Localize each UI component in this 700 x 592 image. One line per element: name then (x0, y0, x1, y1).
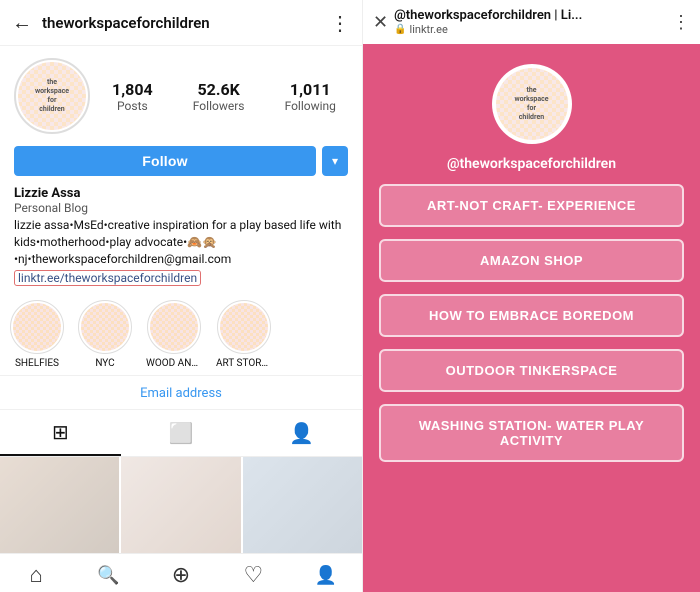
avatar-icon: 👤 (315, 565, 337, 586)
following-label: Following (285, 99, 336, 113)
person-tag-icon: 👤 (289, 421, 314, 445)
back-icon[interactable]: ← (12, 10, 32, 35)
username-title: theworkspaceforchildren (42, 14, 330, 32)
followers-label: Followers (193, 99, 245, 113)
bottom-nav: ⌂ 🔍 ⊕ ♡ 👤 (0, 553, 362, 592)
highlight-circle (147, 300, 201, 354)
washing-station-button[interactable]: WASHING STATION- WATER PLAY ACTIVITY (379, 404, 684, 462)
right-subtitle: 🔒 linktr.ee (394, 23, 666, 36)
following-count: 1,011 (290, 80, 331, 99)
tabs-row: ⊞ ⬜ 👤 (0, 410, 362, 457)
stats-row: 1,804 Posts 52.6K Followers 1,011 Follow… (100, 80, 348, 113)
right-url: linktr.ee (410, 23, 448, 36)
highlight-label: WOOD AND ... (146, 358, 202, 369)
amazon-shop-button[interactable]: AMAZON SHOP (379, 239, 684, 282)
avatar: the workspace for children (14, 58, 90, 134)
left-panel: ← theworkspaceforchildren ⋮ the workspac… (0, 0, 363, 592)
lock-icon: 🔒 (394, 24, 406, 35)
posts-stat: 1,804 Posts (112, 80, 153, 113)
bio-link[interactable]: linktr.ee/theworkspaceforchildren (14, 270, 201, 286)
follow-row: Follow ▾ (0, 142, 362, 184)
nav-home[interactable]: ⌂ (0, 562, 72, 588)
grid-icon: ⊞ (52, 420, 69, 444)
right-menu-icon[interactable]: ⋮ (672, 12, 690, 33)
dropdown-button[interactable]: ▾ (322, 146, 348, 176)
highlight-item[interactable]: NYC (78, 300, 132, 369)
home-icon: ⌂ (30, 562, 43, 588)
grid-cell[interactable] (0, 457, 119, 553)
highlight-item[interactable]: WOOD AND ... (146, 300, 202, 369)
highlights-row: SHELFIES NYC WOOD AND ... ART STORAGE ON… (0, 292, 362, 375)
add-icon: ⊕ (172, 563, 190, 588)
nav-search[interactable]: 🔍 (72, 562, 144, 588)
right-title-block: @theworkspaceforchildren | Li... 🔒 linkt… (394, 8, 666, 36)
followers-stat: 52.6K Followers (193, 80, 245, 113)
bio-text: lizzie assa•MsEd•creative inspiration fo… (14, 217, 348, 267)
right-content: the workspace for children @theworkspace… (363, 44, 700, 592)
posts-label: Posts (117, 99, 148, 113)
grid-cell[interactable] (243, 457, 362, 553)
tv-icon: ⬜ (169, 421, 194, 445)
nav-likes[interactable]: ♡ (217, 562, 289, 588)
email-address-link[interactable]: Email address (140, 386, 222, 401)
follow-button[interactable]: Follow (14, 146, 316, 176)
art-not-craft-button[interactable]: ART-NOT CRAFT- EXPERIENCE (379, 184, 684, 227)
email-row: Email address (0, 375, 362, 410)
photo-grid (0, 457, 362, 553)
outdoor-tinkerspace-button[interactable]: OUTDOOR TINKERSPACE (379, 349, 684, 392)
highlight-circle (217, 300, 271, 354)
highlight-label: NYC (95, 358, 114, 369)
tab-grid[interactable]: ⊞ (0, 410, 121, 456)
nav-profile[interactable]: 👤 (290, 562, 362, 588)
highlight-label: SHELFIES (15, 358, 59, 369)
embrace-boredom-button[interactable]: HOW TO EMBRACE BOREDOM (379, 294, 684, 337)
right-page-title: @theworkspaceforchildren | Li... (394, 8, 666, 23)
right-top-bar: ✕ @theworkspaceforchildren | Li... 🔒 lin… (363, 0, 700, 44)
highlight-circle (10, 300, 64, 354)
top-bar: ← theworkspaceforchildren ⋮ (0, 0, 362, 46)
tab-tagged[interactable]: 👤 (241, 410, 362, 456)
nav-add[interactable]: ⊕ (145, 562, 217, 588)
following-stat: 1,011 Following (285, 80, 336, 113)
posts-count: 1,804 (112, 80, 153, 99)
followers-count: 52.6K (197, 80, 239, 99)
bio-name: Lizzie Assa (14, 186, 348, 201)
right-panel: ✕ @theworkspaceforchildren | Li... 🔒 lin… (363, 0, 700, 592)
highlight-circle (78, 300, 132, 354)
close-icon[interactable]: ✕ (373, 12, 388, 33)
right-avatar: the workspace for children (492, 64, 572, 144)
heart-icon: ♡ (244, 563, 264, 588)
bio-type: Personal Blog (14, 201, 348, 215)
tab-igtv[interactable]: ⬜ (121, 410, 242, 456)
bio-section: Lizzie Assa Personal Blog lizzie assa•Ms… (0, 184, 362, 292)
highlight-item[interactable]: ART STORAGE ON B (216, 300, 272, 369)
right-handle: @theworkspaceforchildren (447, 156, 616, 172)
highlight-item[interactable]: SHELFIES (10, 300, 64, 369)
search-icon: 🔍 (97, 565, 119, 586)
grid-cell[interactable] (121, 457, 240, 553)
menu-icon[interactable]: ⋮ (330, 11, 350, 35)
highlight-label: ART STORAGE ON B (216, 358, 272, 369)
profile-section: the workspace for children 1,804 Posts 5… (0, 46, 362, 142)
